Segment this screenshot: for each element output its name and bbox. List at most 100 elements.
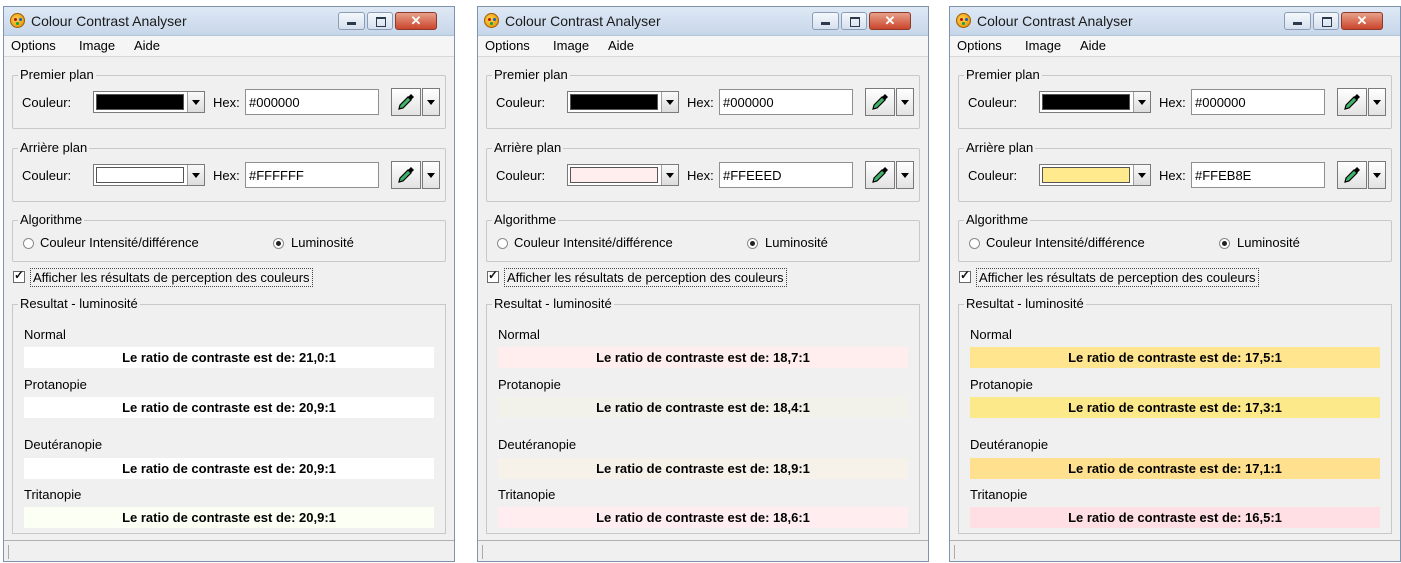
foreground-hex-input[interactable] <box>1191 89 1325 115</box>
chevron-down-icon <box>1373 100 1381 105</box>
radio-luminosity-label[interactable]: Luminosité <box>1237 235 1300 250</box>
foreground-legend: Premier plan <box>964 67 1042 83</box>
eyedropper-icon <box>398 167 414 183</box>
chevron-down-icon <box>661 92 678 112</box>
title-bar[interactable]: Colour Contrast Analyser ✕ <box>950 7 1400 36</box>
result-ratio-protanopia: Le ratio de contraste est de: 17,3:1 <box>970 397 1380 418</box>
maximize-icon <box>850 17 860 27</box>
radio-luminosity[interactable] <box>273 238 284 249</box>
maximize-button[interactable] <box>841 12 867 30</box>
close-button[interactable]: ✕ <box>1341 12 1383 30</box>
background-picker-dropdown[interactable] <box>422 161 440 189</box>
radio-intensity-label[interactable]: Couleur Intensité/différence <box>40 235 199 250</box>
foreground-color-select[interactable] <box>1039 91 1151 113</box>
foreground-picker-dropdown[interactable] <box>1368 88 1386 116</box>
background-eyedropper-button[interactable] <box>865 161 895 189</box>
background-color-select[interactable] <box>93 164 205 186</box>
chevron-down-icon <box>901 100 909 105</box>
contrast-analyser-window: Colour Contrast Analyser ✕ Options Image… <box>949 6 1401 562</box>
background-legend: Arrière plan <box>18 140 90 156</box>
menu-image[interactable]: Image <box>553 38 589 53</box>
foreground-swatch <box>570 94 658 110</box>
background-color-select[interactable] <box>567 164 679 186</box>
foreground-group: Premier plan Couleur: Hex: <box>486 67 920 129</box>
perception-checkbox-label[interactable]: Afficher les résultats de perception des… <box>504 268 787 287</box>
perception-checkbox[interactable] <box>959 268 971 283</box>
background-hex-input[interactable] <box>1191 162 1325 188</box>
minimize-button[interactable] <box>812 12 839 30</box>
algorithm-legend: Algorithme <box>964 212 1031 228</box>
foreground-eyedropper-button[interactable] <box>391 88 421 116</box>
results-group: Resultat - luminosité Normal Le ratio de… <box>958 296 1392 534</box>
radio-luminosity[interactable] <box>747 238 758 249</box>
maximize-button[interactable] <box>367 12 393 30</box>
radio-intensity-label[interactable]: Couleur Intensité/différence <box>986 235 1145 250</box>
radio-intensity[interactable] <box>969 238 980 249</box>
close-button[interactable]: ✕ <box>869 12 911 30</box>
menu-options[interactable]: Options <box>485 38 530 53</box>
background-hex-input[interactable] <box>245 162 379 188</box>
radio-luminosity-label[interactable]: Luminosité <box>765 235 828 250</box>
radio-intensity-label[interactable]: Couleur Intensité/différence <box>514 235 673 250</box>
palette-icon <box>10 13 25 28</box>
foreground-eyedropper-button[interactable] <box>865 88 895 116</box>
foreground-color-select[interactable] <box>567 91 679 113</box>
background-picker-dropdown[interactable] <box>1368 161 1386 189</box>
foreground-hex-input[interactable] <box>245 89 379 115</box>
background-swatch <box>96 167 184 183</box>
foreground-picker-dropdown[interactable] <box>422 88 440 116</box>
foreground-color-label: Couleur: <box>968 95 1018 110</box>
background-eyedropper-button[interactable] <box>391 161 421 189</box>
status-grip <box>8 545 11 559</box>
algorithm-group: Algorithme Couleur Intensité/différence … <box>958 212 1392 262</box>
menu-aide[interactable]: Aide <box>134 38 160 53</box>
background-hex-label: Hex: <box>687 168 714 183</box>
radio-intensity[interactable] <box>23 238 34 249</box>
menu-aide[interactable]: Aide <box>608 38 634 53</box>
result-ratio-deuteranopia: Le ratio de contraste est de: 20,9:1 <box>24 458 434 479</box>
perception-checkbox[interactable] <box>13 268 25 283</box>
menu-options[interactable]: Options <box>957 38 1002 53</box>
maximize-button[interactable] <box>1313 12 1339 30</box>
window-title: Colour Contrast Analyser <box>977 13 1133 29</box>
minimize-button[interactable] <box>1284 12 1311 30</box>
result-ratio-protanopia: Le ratio de contraste est de: 18,4:1 <box>498 397 908 418</box>
background-legend: Arrière plan <box>492 140 564 156</box>
result-label-tritanopia: Tritanopie <box>24 487 82 502</box>
close-button[interactable]: ✕ <box>395 12 437 30</box>
foreground-eyedropper-button[interactable] <box>1337 88 1367 116</box>
menu-options[interactable]: Options <box>11 38 56 53</box>
title-bar[interactable]: Colour Contrast Analyser ✕ <box>478 7 928 36</box>
foreground-hex-input[interactable] <box>719 89 853 115</box>
result-ratio-normal: Le ratio de contraste est de: 17,5:1 <box>970 347 1380 368</box>
chevron-down-icon <box>427 100 435 105</box>
perception-checkbox-label[interactable]: Afficher les résultats de perception des… <box>976 268 1259 287</box>
menu-image[interactable]: Image <box>1025 38 1061 53</box>
result-ratio-tritanopia: Le ratio de contraste est de: 16,5:1 <box>970 507 1380 528</box>
menu-image[interactable]: Image <box>79 38 115 53</box>
background-hex-input[interactable] <box>719 162 853 188</box>
algorithm-legend: Algorithme <box>18 212 85 228</box>
results-group: Resultat - luminosité Normal Le ratio de… <box>12 296 446 534</box>
foreground-color-select[interactable] <box>93 91 205 113</box>
radio-intensity[interactable] <box>497 238 508 249</box>
foreground-picker-dropdown[interactable] <box>896 88 914 116</box>
results-group: Resultat - luminosité Normal Le ratio de… <box>486 296 920 534</box>
background-color-select[interactable] <box>1039 164 1151 186</box>
perception-checkbox-label[interactable]: Afficher les résultats de perception des… <box>30 268 313 287</box>
perception-checkbox[interactable] <box>487 268 499 283</box>
radio-luminosity[interactable] <box>1219 238 1230 249</box>
background-eyedropper-button[interactable] <box>1337 161 1367 189</box>
title-bar[interactable]: Colour Contrast Analyser ✕ <box>4 7 454 36</box>
menu-aide[interactable]: Aide <box>1080 38 1106 53</box>
background-picker-dropdown[interactable] <box>896 161 914 189</box>
foreground-group: Premier plan Couleur: Hex: <box>958 67 1392 129</box>
chevron-down-icon <box>1373 173 1381 178</box>
maximize-icon <box>376 17 386 27</box>
minimize-button[interactable] <box>338 12 365 30</box>
results-legend: Resultat - luminosité <box>492 296 614 312</box>
foreground-hex-label: Hex: <box>687 95 714 110</box>
radio-luminosity-label[interactable]: Luminosité <box>291 235 354 250</box>
background-hex-label: Hex: <box>1159 168 1186 183</box>
results-legend: Resultat - luminosité <box>18 296 140 312</box>
